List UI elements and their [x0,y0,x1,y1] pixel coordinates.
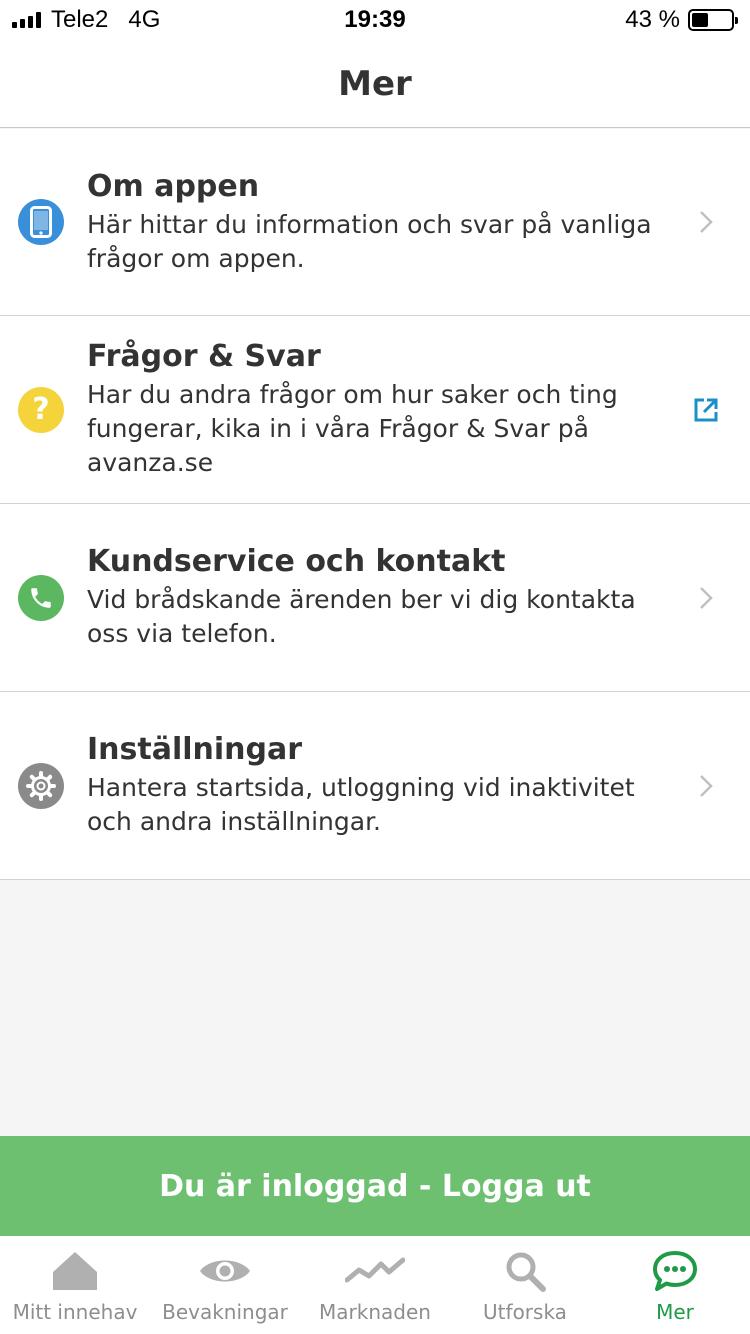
question-icon: ? [18,386,64,433]
menu-item-title: Om appen [87,168,260,204]
phone-call-icon [18,574,64,621]
home-icon [51,1246,99,1296]
tab-mitt-innehav[interactable]: Mitt innehav [0,1236,150,1334]
status-time: 19:39 [344,6,406,33]
menu-list: Om appen Här hittar du information och s… [0,129,750,880]
menu-item-installningar[interactable]: Inställningar Hantera startsida, utloggn… [0,692,750,880]
tab-label: Utforska [483,1300,567,1324]
nav-header: Mer [0,40,750,128]
menu-item-title: Frågor & Svar [87,339,321,374]
battery-percent: 43 % [625,6,680,33]
tab-utforska[interactable]: Utforska [450,1236,600,1334]
tab-label: Marknaden [319,1300,431,1324]
tab-label: Bevakningar [162,1300,288,1324]
menu-item-description: Har du andra frågor om hur saker och tin… [87,380,618,477]
menu-item-title: Inställningar [87,732,303,767]
menu-item-kundservice[interactable]: Kundservice och kontakt Vid brådskande ä… [0,504,750,692]
gear-icon [18,762,64,809]
menu-item-om-appen[interactable]: Om appen Här hittar du information och s… [0,129,750,316]
menu-item-title: Kundservice och kontakt [87,544,506,579]
battery-icon [688,9,738,31]
tab-marknaden[interactable]: Marknaden [300,1236,450,1334]
status-bar: Tele2 4G 19:39 43 % [0,0,750,40]
eye-icon [198,1246,252,1296]
tab-label: Mitt innehav [12,1300,138,1324]
menu-item-text: Frågor & Svar Har du andra frågor om hur… [87,339,686,480]
status-left: Tele2 4G [0,6,300,34]
menu-item-description: Här hittar du information och svar på va… [87,209,652,273]
chevron-right-icon [686,210,726,234]
network-type: 4G [128,6,161,33]
menu-item-fragor-svar[interactable]: ? Frågor & Svar Har du andra frågor om h… [0,316,750,504]
chat-bubble-icon [652,1246,698,1296]
tab-mer[interactable]: Mer [600,1236,750,1334]
battery-fill [692,13,709,27]
tab-label: Mer [656,1300,694,1324]
logout-button[interactable]: Du är inloggad - Logga ut [0,1136,750,1236]
signal-strength-icon [12,12,41,28]
menu-item-text: Inställningar Hantera startsida, utloggn… [87,732,686,839]
external-link-icon [686,397,726,423]
chevron-right-icon [686,586,726,610]
tab-bar: Mitt innehav Bevakningar Marknaden Utfor… [0,1236,750,1334]
menu-item-text: Kundservice och kontakt Vid brådskande ä… [87,544,686,651]
status-right: 43 % [450,6,750,34]
trend-line-icon [345,1246,405,1296]
page-title: Mer [338,63,412,104]
search-icon [503,1246,547,1296]
phone-device-icon [18,199,64,245]
menu-item-description: Hantera startsida, utloggning vid inakti… [87,773,635,836]
menu-item-text: Om appen Här hittar du information och s… [87,169,686,276]
carrier-name: Tele2 [51,6,109,33]
menu-item-description: Vid brådskande ärenden ber vi dig kontak… [87,585,636,648]
chevron-right-icon [686,774,726,798]
tab-bevakningar[interactable]: Bevakningar [150,1236,300,1334]
